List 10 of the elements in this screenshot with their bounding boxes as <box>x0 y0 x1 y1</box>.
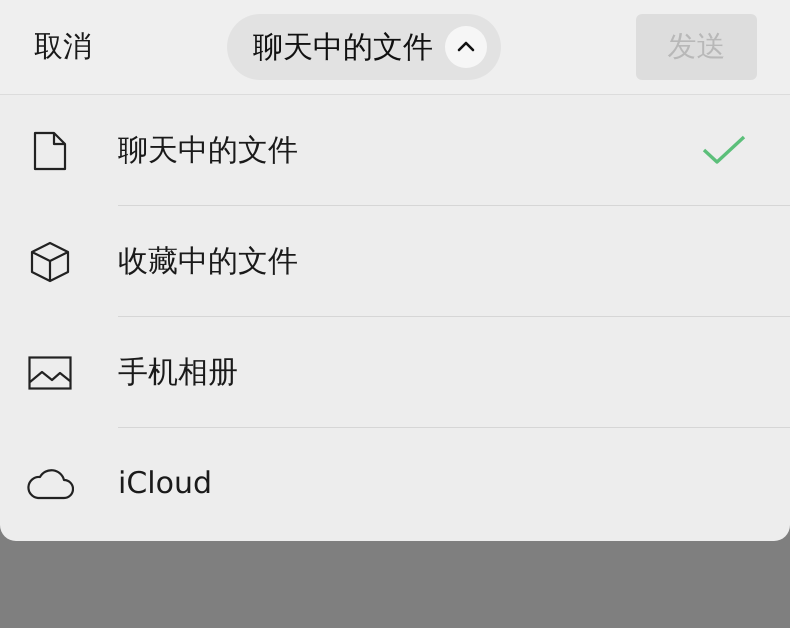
source-item[interactable]: 手机相册 <box>0 317 790 428</box>
image-icon <box>28 356 72 390</box>
source-item[interactable]: 收藏中的文件 <box>0 206 790 317</box>
source-item[interactable]: iCloud <box>0 428 790 539</box>
source-item[interactable]: 聊天中的文件 <box>0 95 790 206</box>
cancel-button[interactable]: 取消 <box>34 27 92 67</box>
cloud-icon <box>26 468 74 500</box>
document-icon <box>33 130 67 170</box>
cube-icon <box>30 240 70 282</box>
source-dropdown[interactable]: 聊天中的文件 <box>227 14 501 80</box>
